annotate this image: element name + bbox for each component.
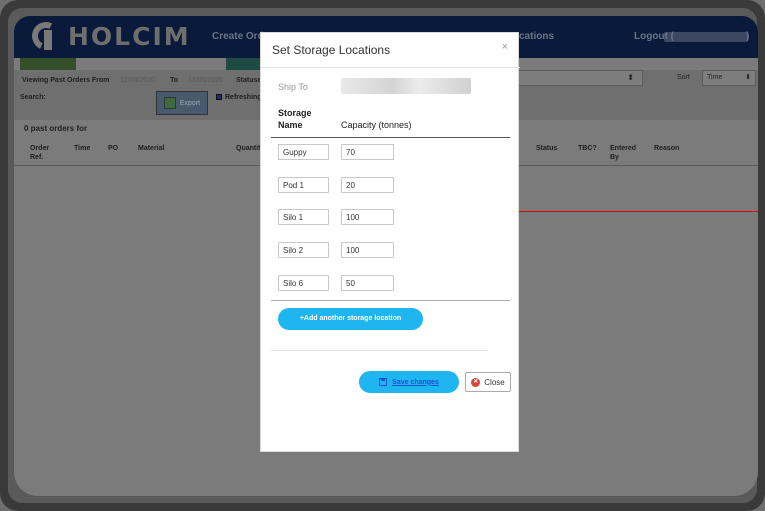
excel-icon (163, 97, 176, 109)
col-status: Status (536, 145, 558, 152)
storage-name-input[interactable] (278, 177, 329, 193)
to-label: To (170, 77, 179, 84)
header-divider (271, 137, 510, 138)
logout-paren: ) (746, 31, 750, 42)
modal-title: Set Storage Locations (272, 43, 391, 57)
capacity-input[interactable] (341, 242, 394, 258)
close-circle-icon: ✕ (471, 377, 481, 387)
holcim-logo: HOLCIM (28, 18, 191, 54)
capacity-input[interactable] (341, 209, 394, 225)
storage-name-input[interactable] (278, 144, 329, 160)
from-date-field[interactable]: 12/04/2020 (120, 77, 155, 84)
export-button[interactable]: Export (156, 91, 208, 115)
col-material: Material (138, 145, 165, 152)
storage-name-input[interactable] (278, 242, 329, 258)
col-order-ref: Order Ref. (30, 145, 50, 161)
save-icon (379, 378, 388, 386)
username-redacted (664, 32, 748, 42)
storage-locations-modal: Set Storage Locations × Ship To Storage … (260, 32, 520, 452)
brand-stripe-green (20, 58, 76, 70)
refreshing-checkbox[interactable] (216, 94, 222, 100)
ship-to-select[interactable]: ⬍ (517, 70, 643, 86)
title-divider (261, 67, 520, 68)
to-date-field[interactable]: 12/05/2020 (188, 77, 223, 84)
holcim-logo-icon (28, 18, 64, 54)
rows-divider (271, 300, 510, 301)
close-button-label: Close (484, 377, 505, 387)
capacity-input[interactable] (341, 144, 394, 160)
save-changes-button[interactable]: Save changes (359, 371, 459, 393)
capacity-input[interactable] (341, 275, 394, 291)
nav-locations[interactable]: cations (519, 31, 554, 42)
capacity-header: Capacity (tonnes) (341, 120, 412, 130)
close-button[interactable]: ✕ Close (465, 372, 511, 392)
col-time: Time (74, 145, 91, 152)
ship-to-label: Ship To (278, 82, 308, 92)
col-tbc: TBC? (578, 145, 597, 152)
storage-name-input[interactable] (278, 209, 329, 225)
save-changes-label: Save changes (392, 378, 439, 386)
export-label: Export (179, 99, 201, 107)
footer-divider (271, 350, 488, 351)
col-po: PO (108, 145, 119, 152)
chevron-down-icon: ⬍ (627, 73, 634, 82)
storage-name-header: Storage Name (278, 108, 312, 130)
add-storage-location-button[interactable]: +Add another storage location (278, 308, 423, 330)
app-screen: HOLCIM Create Order cations Logout ( ) V… (14, 16, 758, 496)
sort-label: Sort (677, 74, 690, 81)
sort-select[interactable]: Time ⬍ (702, 70, 756, 86)
search-label: Search: (20, 94, 46, 101)
col-entered-by: Entered By (610, 145, 637, 161)
brand-stripe-teal (226, 58, 262, 70)
col-quantity: Quantit (236, 145, 261, 152)
col-reason: Reason (654, 145, 680, 152)
capacity-input[interactable] (341, 177, 394, 193)
viewing-past-orders-label: Viewing Past Orders From (22, 77, 110, 84)
storage-name-input[interactable] (278, 275, 329, 291)
ship-to-value-redacted (341, 78, 471, 94)
past-orders-heading: 0 past orders for (24, 124, 88, 133)
refreshing-label: Refreshing (225, 94, 262, 101)
sort-value: Time (707, 74, 723, 81)
close-icon[interactable]: × (502, 41, 508, 53)
chevron-down-icon: ⬍ (745, 74, 751, 81)
logo-text: HOLCIM (68, 21, 191, 51)
